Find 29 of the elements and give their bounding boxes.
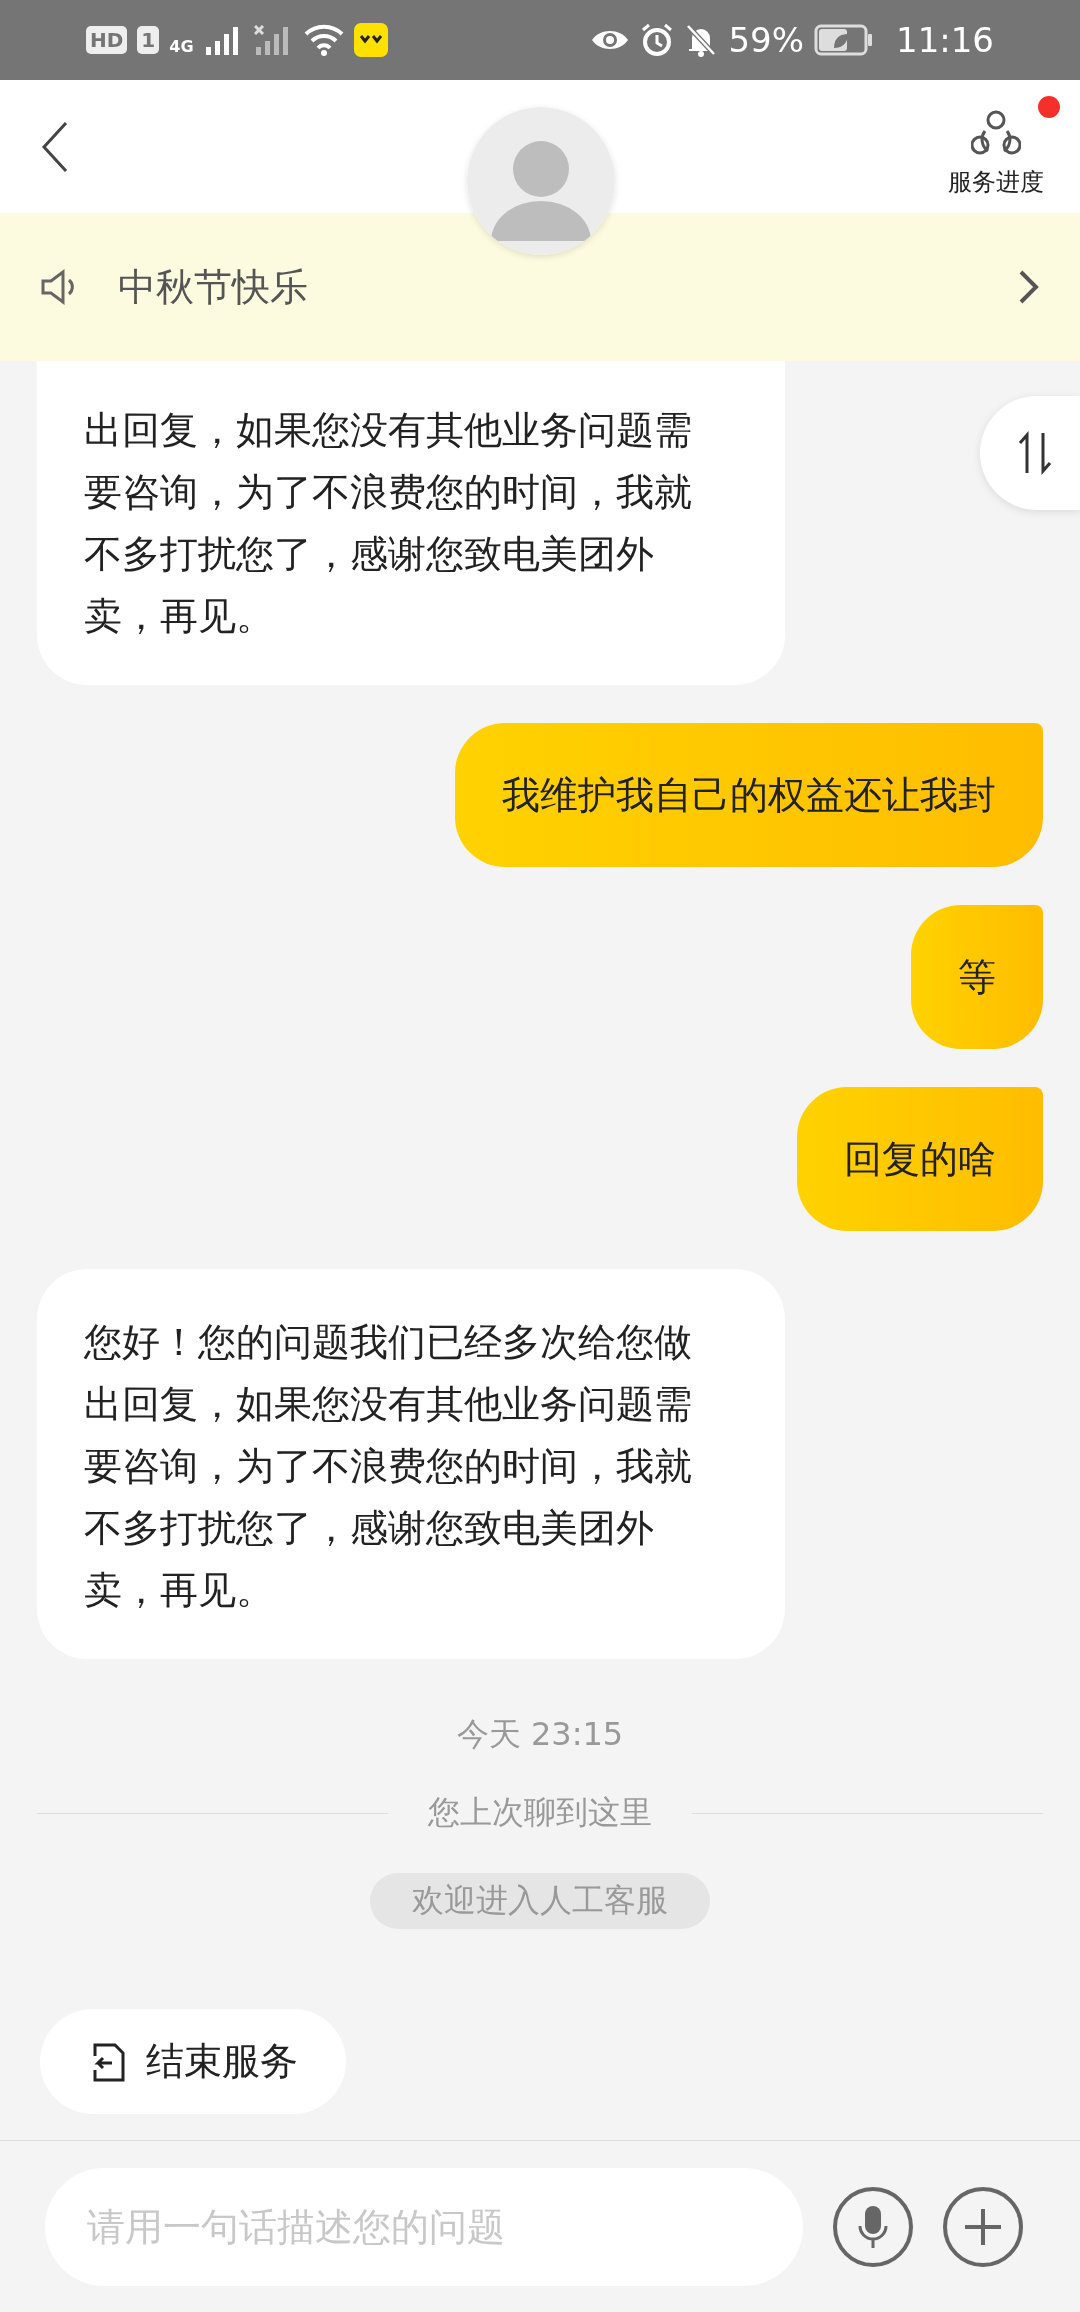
clock-time: 11:16 bbox=[896, 20, 994, 60]
plus-icon bbox=[963, 2206, 1003, 2247]
nodes-icon bbox=[971, 109, 1021, 156]
service-progress-button[interactable]: 服务进度 bbox=[932, 95, 1060, 198]
chevron-right-icon bbox=[1018, 269, 1040, 305]
sort-toggle-button[interactable] bbox=[980, 396, 1080, 510]
hd-badge: HD bbox=[86, 26, 128, 54]
system-notice: 欢迎进入人工客服 bbox=[370, 1873, 710, 1929]
message-bubble: 回复的啥 bbox=[797, 1087, 1043, 1231]
timestamp: 今天 23:15 bbox=[456, 1714, 624, 1755]
network-label: 4G bbox=[169, 37, 194, 56]
wifi-icon bbox=[303, 24, 344, 56]
message-bubble: 出回复，如果您没有其他业务问题需要咨询，为了不浪费您的时间，我就不多打扰您了，感谢您致电美团外卖，再见。 bbox=[37, 361, 785, 685]
battery-percent: 59% bbox=[728, 20, 804, 60]
alarm-icon bbox=[640, 23, 675, 57]
sim-badge: 1 bbox=[137, 26, 160, 54]
add-button[interactable] bbox=[943, 2186, 1023, 2267]
microphone-icon bbox=[858, 2203, 888, 2250]
message-bubble: 我维护我自己的权益还让我封 bbox=[455, 723, 1043, 867]
battery-icon bbox=[814, 24, 874, 56]
end-service-button[interactable]: 结束服务 bbox=[40, 2009, 346, 2114]
message-bubble: 您好！您的问题我们已经多次给您做出回复，如果您没有其他业务问题需要咨询，为了不浪费您的时间，我就不多打扰您了，感谢您致电美团外卖，再见。 bbox=[37, 1269, 785, 1659]
announcement-bar[interactable]: 中秋节快乐 bbox=[0, 213, 1080, 361]
message-bubble: 等 bbox=[911, 905, 1043, 1049]
voice-button[interactable] bbox=[833, 2186, 913, 2267]
history-divider-label: 您上次聊到这里 bbox=[428, 1792, 652, 1833]
exit-icon bbox=[92, 2041, 126, 2082]
sort-arrows-icon bbox=[1017, 431, 1053, 475]
app-notification-icon bbox=[353, 23, 388, 57]
